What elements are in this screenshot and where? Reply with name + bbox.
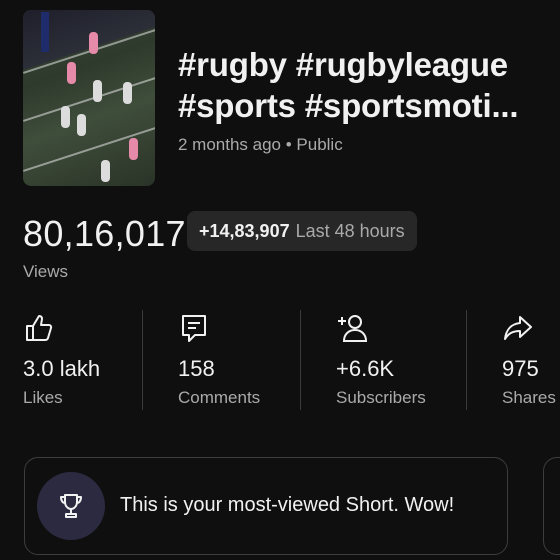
stat-subscribers[interactable]: +6.6K Subscribers	[336, 308, 456, 410]
next-card[interactable]	[543, 457, 560, 555]
views-label: Views	[23, 262, 69, 281]
most-viewed-message: This is your most-viewed Short. Wow!	[120, 494, 455, 516]
share-icon	[504, 316, 532, 340]
views-count: 80,16,017	[23, 213, 186, 254]
thumbnail-banner	[41, 12, 49, 52]
views-delta-period: Last 48 hours	[295, 220, 405, 241]
stat-comments[interactable]: 158 Comments	[178, 308, 293, 410]
comments-label: Comments	[178, 388, 261, 407]
most-viewed-card[interactable]: This is your most-viewed Short. Wow!	[24, 457, 508, 555]
shares-label: Shares	[502, 388, 556, 407]
views-delta-chip[interactable]: +14,83,907 Last 48 hours	[187, 211, 417, 251]
subscribers-label: Subscribers	[336, 388, 426, 407]
video-title-line-2: #sports #sportsmoti...	[178, 87, 519, 124]
trophy-badge	[37, 472, 105, 540]
stat-likes[interactable]: 3.0 lakh Likes	[23, 308, 133, 410]
comments-value: 158	[178, 356, 215, 381]
subscribers-value: +6.6K	[336, 356, 395, 381]
add-person-icon	[338, 315, 368, 342]
video-thumbnail[interactable]	[23, 10, 155, 186]
video-title[interactable]: #rugby #rugbyleague #sports #sportsmoti.…	[178, 44, 548, 126]
stat-divider	[466, 310, 467, 410]
views-delta-value: +14,83,907	[199, 220, 290, 241]
thumbs-up-icon	[26, 315, 53, 341]
stat-divider	[142, 310, 143, 410]
trophy-icon	[60, 494, 82, 518]
likes-value: 3.0 lakh	[23, 356, 101, 381]
stat-shares[interactable]: 975 Shares	[502, 308, 560, 410]
video-title-line-1: #rugby #rugbyleague	[178, 46, 508, 83]
shares-value: 975	[502, 356, 539, 381]
comment-icon	[182, 315, 206, 342]
video-meta: 2 months ago • Public	[178, 135, 343, 154]
likes-label: Likes	[23, 388, 63, 407]
stat-divider	[300, 310, 301, 410]
